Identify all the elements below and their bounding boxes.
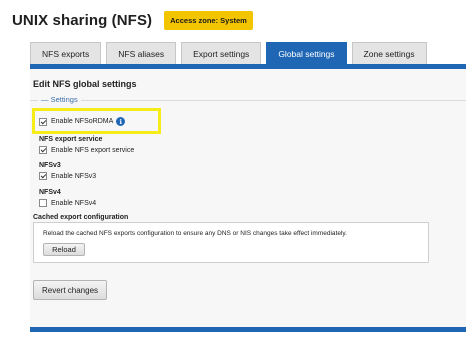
tab-nfs-exports[interactable]: NFS exports [30, 42, 102, 64]
info-icon[interactable]: i [116, 117, 126, 126]
rdma-checkbox[interactable] [39, 117, 47, 126]
nfsv3-label: Enable NFSv3 [51, 172, 97, 180]
nfsv4-row: Enable NFSv4 [39, 199, 96, 207]
settings-legend: — Settings [38, 95, 81, 104]
footer-rule [30, 327, 466, 332]
settings-divider [30, 100, 466, 101]
rdma-row: Enable NFSoRDMA i [39, 117, 126, 126]
tab-global-settings[interactable]: Global settings [266, 42, 347, 64]
tab-export-settings[interactable]: Export settings [181, 42, 262, 64]
settings-panel: Edit NFS global settings — Settings Enab… [30, 69, 466, 327]
tab-zone-settings[interactable]: Zone settings [351, 42, 427, 64]
reload-button[interactable]: Reload [43, 243, 85, 256]
tab-bar: NFS exports NFS aliases Export settings … [30, 42, 432, 64]
nfsv4-checkbox[interactable] [39, 199, 47, 207]
cache-description: Reload the cached NFS exports configurat… [43, 230, 347, 237]
nfsv3-group-label: NFSv3 [39, 162, 61, 169]
settings-legend-label: Settings [50, 95, 78, 104]
access-zone-badge[interactable]: Access zone: System [164, 11, 253, 30]
rdma-label: Enable NFSoRDMA [51, 118, 114, 125]
cache-group-label: Cached export configuration [33, 214, 129, 221]
revert-changes-button[interactable]: Revert changes [33, 280, 107, 300]
panel-title: Edit NFS global settings [33, 79, 137, 89]
tab-nfs-aliases[interactable]: NFS aliases [106, 42, 177, 64]
nfsv4-group-label: NFSv4 [39, 189, 61, 196]
nfsv4-label: Enable NFSv4 [51, 199, 97, 207]
export-service-group-label: NFS export service [39, 136, 103, 143]
export-service-checkbox[interactable] [39, 146, 47, 154]
page-header: UNIX sharing (NFS) Access zone: System [12, 11, 253, 30]
nfsv3-row: Enable NFSv3 [39, 172, 96, 180]
nfsv3-checkbox[interactable] [39, 172, 47, 180]
export-service-row: Enable NFS export service [39, 146, 134, 154]
cache-box: Reload the cached NFS exports configurat… [33, 222, 429, 263]
export-service-label: Enable NFS export service [51, 146, 135, 154]
page-title: UNIX sharing (NFS) [12, 12, 153, 29]
